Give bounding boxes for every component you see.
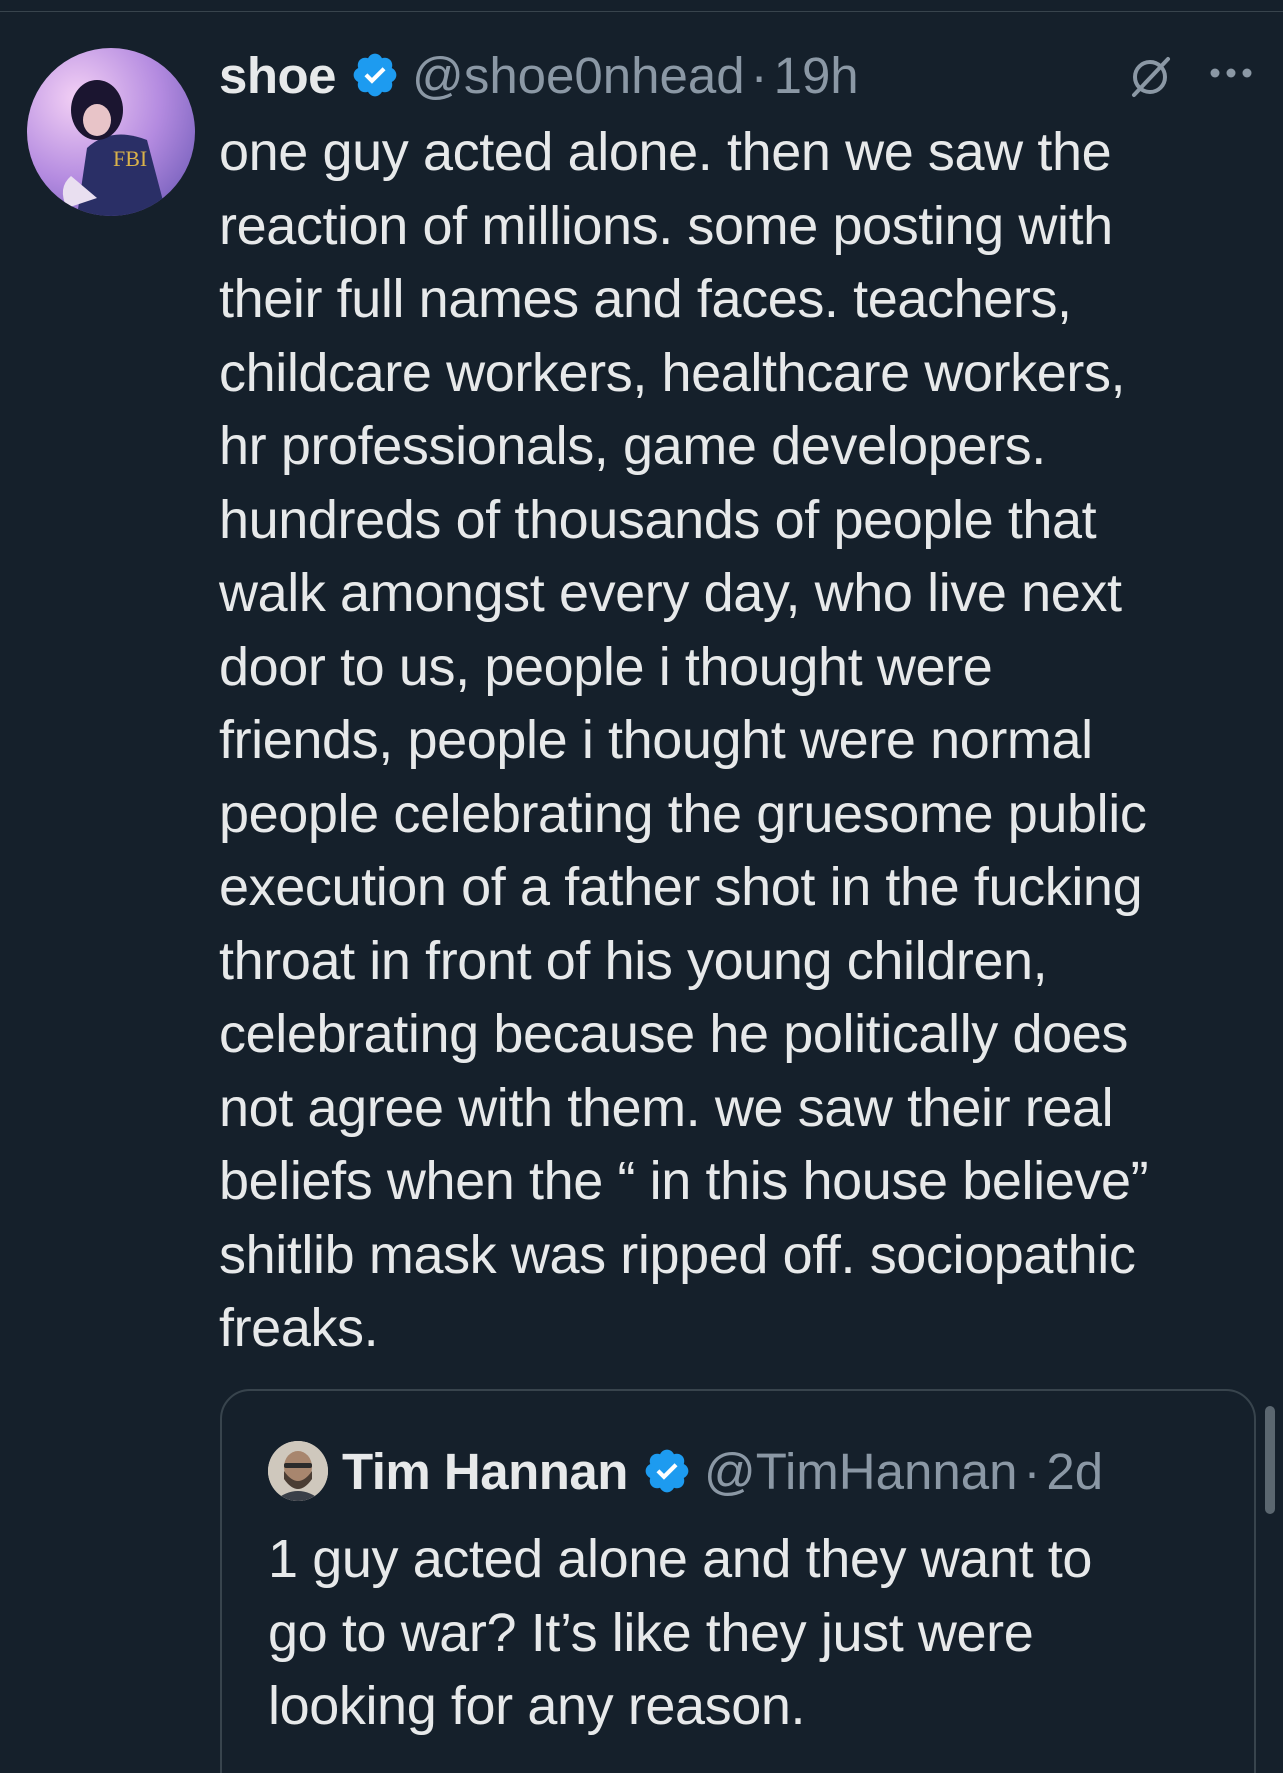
tweet-header: shoe @shoe0nhead · 19h [219,40,859,110]
header-separator: · [750,46,768,104]
tweet-text-line: throat in front of his young children, [219,930,1048,991]
tweet-text-line: celebrating because he politically does [219,1004,1128,1064]
tweet-text-line: their full names and faces. teachers, [219,269,1072,329]
quoted-tweet-text: 1 guy acted alone and they want to go to… [268,1523,1228,1744]
tweet-text-line: people celebrating the gruesome public [219,783,1147,844]
quoted-tweet-header: Tim Hannan @TimHannan · 2d [342,1433,1103,1509]
tweet-text-line: execution of a father shot in the fuckin… [219,857,1143,917]
tweet-text-line: freaks. [219,1298,379,1358]
author-handle[interactable]: @shoe0nhead [412,46,745,105]
quoted-text-line: 1 guy acted alone and they want to [268,1529,1093,1589]
tweet-text-line: reaction of millions. some posting with [219,195,1113,256]
tweet-text-line: hundreds of thousands of people that [219,489,1097,550]
quoted-tweet-card[interactable]: Tim Hannan @TimHannan · 2d 1 guy acted a… [220,1389,1256,1773]
quoted-author-display-name[interactable]: Tim Hannan [342,1442,628,1501]
tweet-text-line: shitlib mask was ripped off. sociopathic [219,1224,1136,1285]
tweet-timestamp[interactable]: 19h [774,46,859,105]
tweet-text-line: childcare workers, healthcare workers, [219,342,1126,403]
quoted-author-avatar[interactable] [268,1441,328,1501]
grok-icon[interactable] [1128,55,1172,99]
author-avatar[interactable]: FBI [27,48,195,216]
quoted-header-separator: · [1023,1442,1041,1500]
tweet-page: FBI shoe @shoe0nhead · 19h one guy acted… [0,0,1283,1773]
quoted-text-line: looking for any reason. [268,1676,806,1736]
author-display-name[interactable]: shoe [219,46,337,105]
more-icon[interactable] [1208,65,1254,81]
verified-badge-icon [350,50,400,100]
svg-text:FBI: FBI [113,146,147,171]
tweet-text-line: friends, people i thought were normal [219,710,1093,770]
tweet-text-line: not agree with them. we saw their real [219,1077,1114,1138]
verified-badge-icon [642,1446,692,1496]
tweet-text: one guy acted alone. then we saw the rea… [219,116,1259,1366]
tweet-text-line: walk amongst every day, who live next [219,563,1122,623]
tweet-text-line: beliefs when the “ in this house believe… [219,1151,1149,1211]
quoted-tweet-timestamp[interactable]: 2d [1046,1442,1103,1501]
scrollbar-thumb[interactable] [1265,1406,1275,1514]
tweet-text-line: hr professionals, game developers. [219,416,1046,476]
quoted-author-handle[interactable]: @TimHannan [704,1442,1018,1501]
quoted-text-line: go to war? It’s like they just were [268,1602,1034,1663]
tweet-text-line: one guy acted alone. then we saw the [219,122,1112,182]
tweet-text-line: door to us, people i thought were [219,636,993,697]
top-divider [0,11,1283,12]
